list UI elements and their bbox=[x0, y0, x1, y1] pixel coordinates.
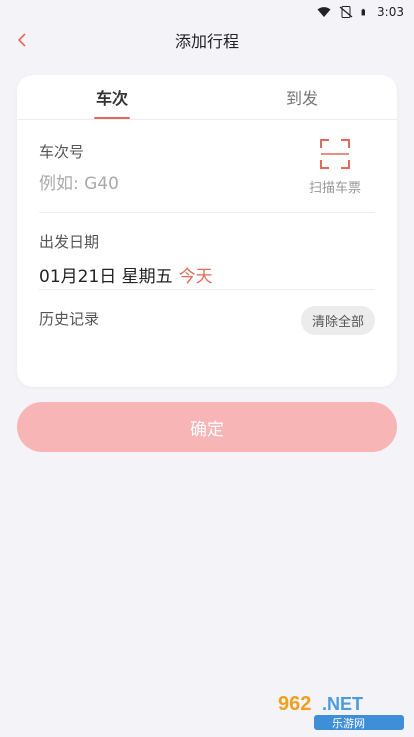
departure-date-value: 01月21日 星期五 bbox=[39, 267, 173, 287]
tab-arrival-departure[interactable]: 到发 bbox=[207, 75, 397, 119]
chevron-left-icon bbox=[17, 33, 26, 47]
svg-text:乐游网: 乐游网 bbox=[332, 717, 365, 730]
back-button[interactable] bbox=[10, 24, 34, 56]
confirm-button[interactable]: 确定 bbox=[17, 402, 397, 452]
svg-text:.NET: .NET bbox=[322, 694, 363, 714]
train-number-section: 车次号 扫描车票 bbox=[39, 139, 375, 196]
tab-train-number[interactable]: 车次 bbox=[17, 75, 207, 119]
scan-icon bbox=[320, 139, 350, 169]
divider bbox=[39, 212, 375, 213]
history-section: 历史记录 清除全部 bbox=[39, 306, 375, 335]
battery-icon bbox=[361, 8, 366, 16]
wifi-icon bbox=[317, 7, 331, 17]
train-number-input[interactable] bbox=[39, 174, 269, 194]
divider bbox=[39, 289, 375, 290]
departure-date-label: 出发日期 bbox=[39, 233, 100, 251]
no-sim-icon bbox=[339, 6, 353, 18]
active-tab-indicator bbox=[94, 117, 130, 119]
watermark-logo: 962 .NET 乐游网 bbox=[278, 693, 404, 730]
scan-ticket-label: 扫描车票 bbox=[308, 181, 361, 196]
nav-bar: 添加行程 bbox=[0, 24, 414, 56]
trip-form-card: 车次 到发 车次号 扫描车票 出发日期 01月21日 星期五今天 bbox=[17, 75, 397, 387]
status-bar: 3:03 bbox=[0, 0, 414, 24]
scan-ticket-button[interactable]: 扫描车票 bbox=[295, 139, 375, 196]
tab-bar: 车次 到发 bbox=[17, 75, 397, 120]
departure-section: 出发日期 01月21日 星期五 今天 bbox=[39, 231, 375, 287]
clear-all-button[interactable]: 清除全部 bbox=[300, 306, 375, 335]
departure-date-picker[interactable]: 01月21日 星期五 今天 bbox=[39, 262, 375, 287]
svg-text:962: 962 bbox=[278, 693, 311, 715]
page-title: 添加行程 bbox=[174, 32, 239, 51]
today-tag: 今天 bbox=[178, 267, 213, 287]
status-time: 3:03 bbox=[377, 5, 404, 19]
